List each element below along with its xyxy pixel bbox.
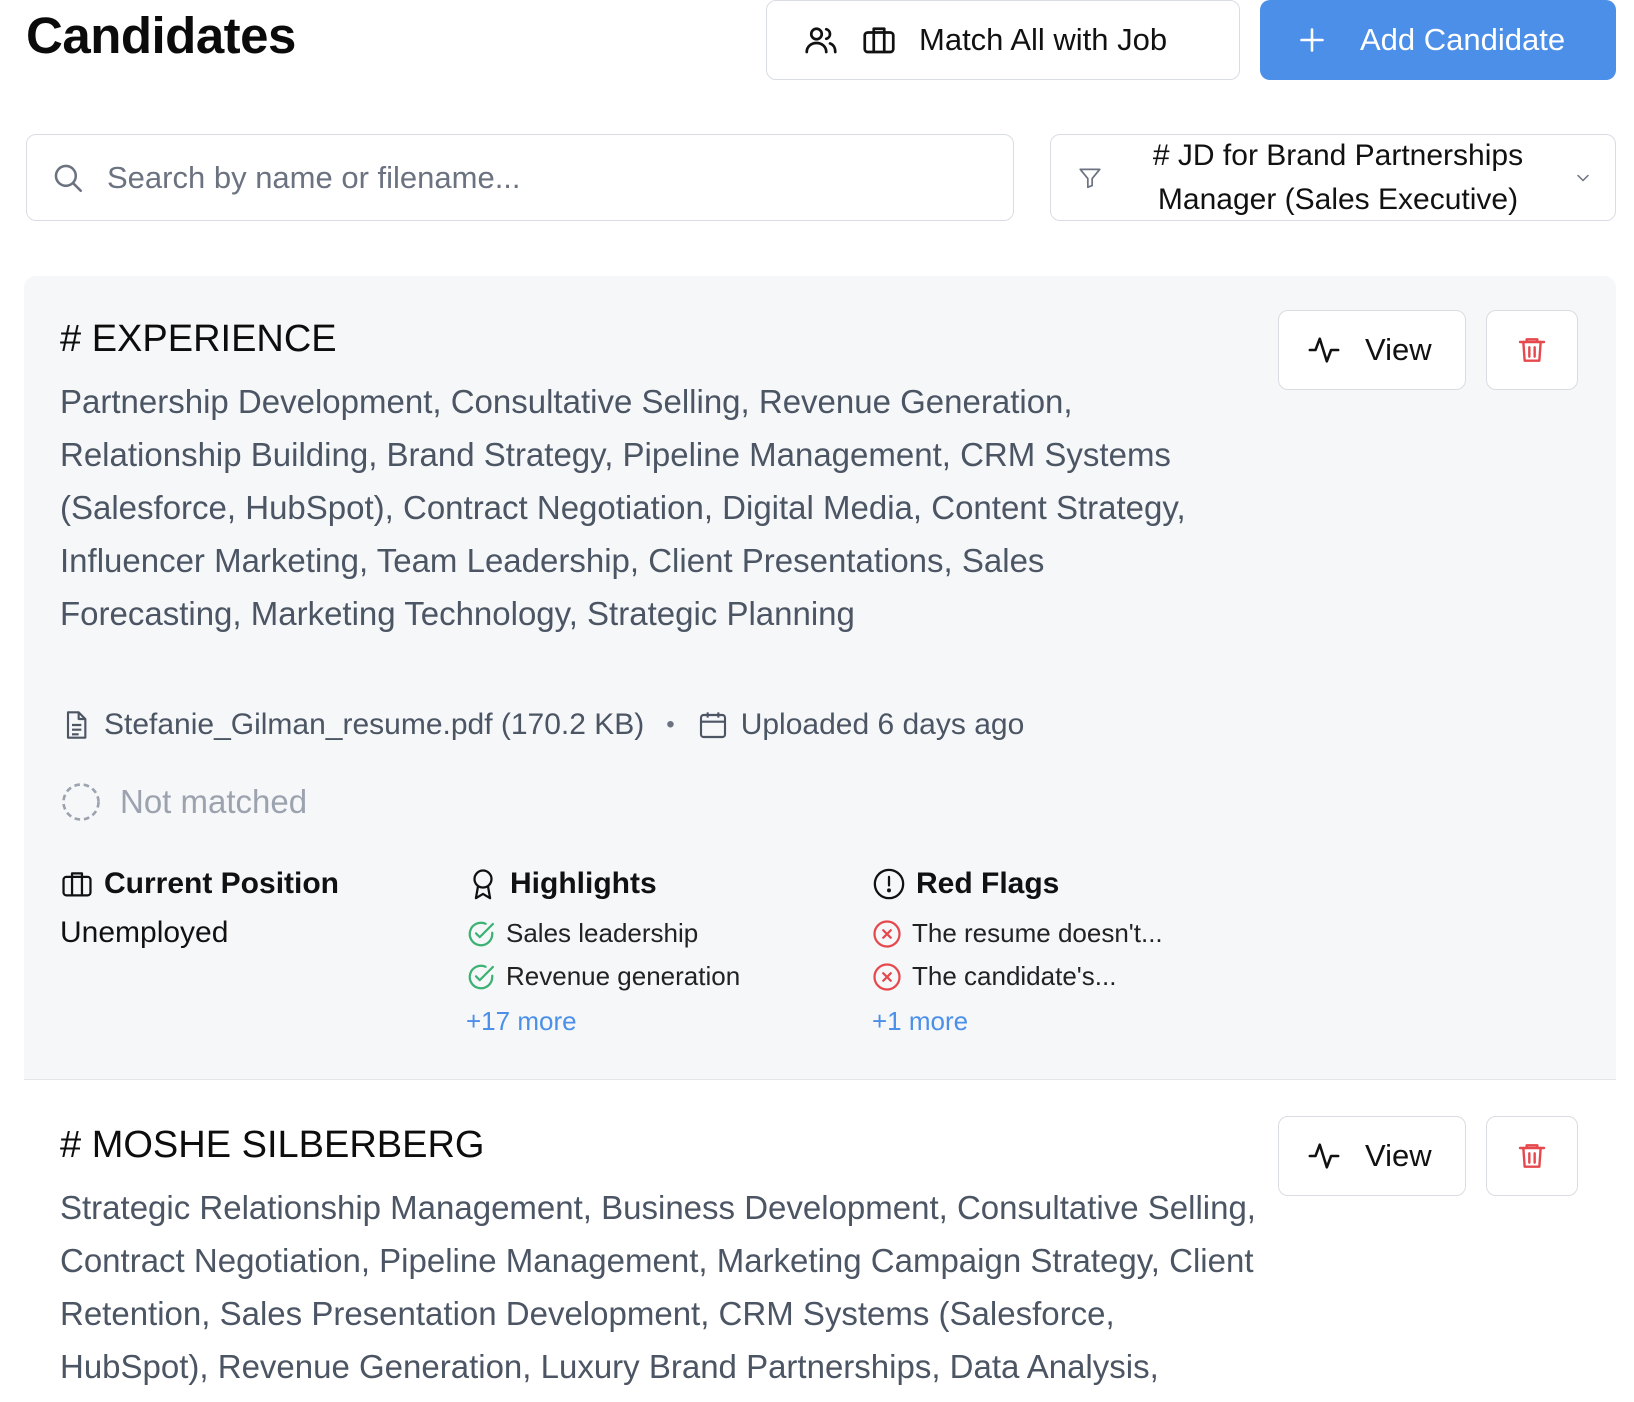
briefcase-icon [863,27,895,54]
chevron-down-icon [1577,174,1589,181]
separator-dot: • [666,711,675,738]
file-meta: Stefanie_Gilman_resume.pdf (170.2 KB) • … [60,708,1024,742]
highlights-section: Highlights Sales leadership Revenue gene… [466,864,740,1037]
candidate-card: # MOSHE SILBERBERG Strategic Relationshi… [24,1082,1616,1402]
current-position-title: Current Position [104,867,340,900]
search-input[interactable] [107,159,967,196]
job-filter-value: # JD for Brand Partnerships Manager (Sal… [1152,138,1524,216]
file-name[interactable]: Stefanie_Gilman_resume.pdf (170.2 KB) [104,708,644,742]
page-title: Candidates [26,7,296,64]
add-candidate-label: Add Candidate [1360,22,1566,57]
plus-icon [1300,28,1324,52]
add-candidate-button[interactable]: Add Candidate [1260,0,1616,80]
dashed-circle-icon [62,783,100,821]
match-all-button[interactable]: Match All with Job [766,0,1240,80]
search-icon [54,164,83,192]
activity-icon [1308,337,1340,363]
filter-icon [1079,167,1101,188]
current-position-value: Unemployed [60,916,229,949]
view-button[interactable]: View [1278,310,1466,390]
view-label: View [1365,1138,1432,1173]
upload-date: Uploaded 6 days ago [740,708,1025,741]
check-circle-icon [468,964,494,989]
list-item: The resume doesn't... [872,912,1163,955]
list-item: The candidate's... [872,955,1163,998]
job-filter-select[interactable]: # JD for Brand Partnerships Manager (Sal… [1050,134,1616,221]
list-item: Revenue generation [466,955,740,998]
trash-icon [1518,1144,1546,1168]
view-button[interactable]: View [1278,1116,1466,1196]
match-status-label: Not matched [120,783,308,820]
highlights-title: Highlights [510,867,657,900]
candidate-skills: Partnership Development, Consultative Se… [60,383,1186,632]
delete-button[interactable] [1486,1116,1578,1196]
current-position-section: Current Position Unemployed [60,864,339,950]
candidate-name: # EXPERIENCE [60,318,337,360]
file-icon [66,711,87,739]
activity-icon [1308,1143,1340,1169]
candidate-name: # MOSHE SILBERBERG [60,1124,485,1166]
briefcase-icon [62,872,92,897]
red-flags-section: Red Flags The resume doesn't... The cand… [872,864,1163,1037]
calendar-icon [699,712,726,739]
view-label: View [1365,332,1432,367]
users-icon [805,27,837,54]
delete-button[interactable] [1486,310,1578,390]
red-flags-title: Red Flags [916,867,1060,900]
list-item: Sales leadership [466,912,740,955]
highlights-more-link[interactable]: +17 more [466,1006,740,1037]
check-circle-icon [468,921,494,946]
award-icon [473,869,493,900]
red-flags-list: The resume doesn't... The candidate's... [872,912,1163,998]
candidate-skills: Strategic Relationship Management, Busin… [60,1189,1256,1402]
alert-circle-icon [873,868,905,900]
highlights-list: Sales leadership Revenue generation [466,912,740,998]
candidates-page: Candidates Match All with Job Add Candid… [0,0,1634,1402]
candidate-card: # EXPERIENCE Partnership Development, Co… [24,276,1616,1080]
red-flags-more-link[interactable]: +1 more [872,1006,1163,1037]
match-all-label: Match All with Job [919,22,1168,57]
x-circle-icon [873,962,901,991]
x-circle-icon [873,919,901,948]
search-box [26,134,1014,221]
match-status: Not matched [60,781,307,823]
trash-icon [1518,338,1546,362]
